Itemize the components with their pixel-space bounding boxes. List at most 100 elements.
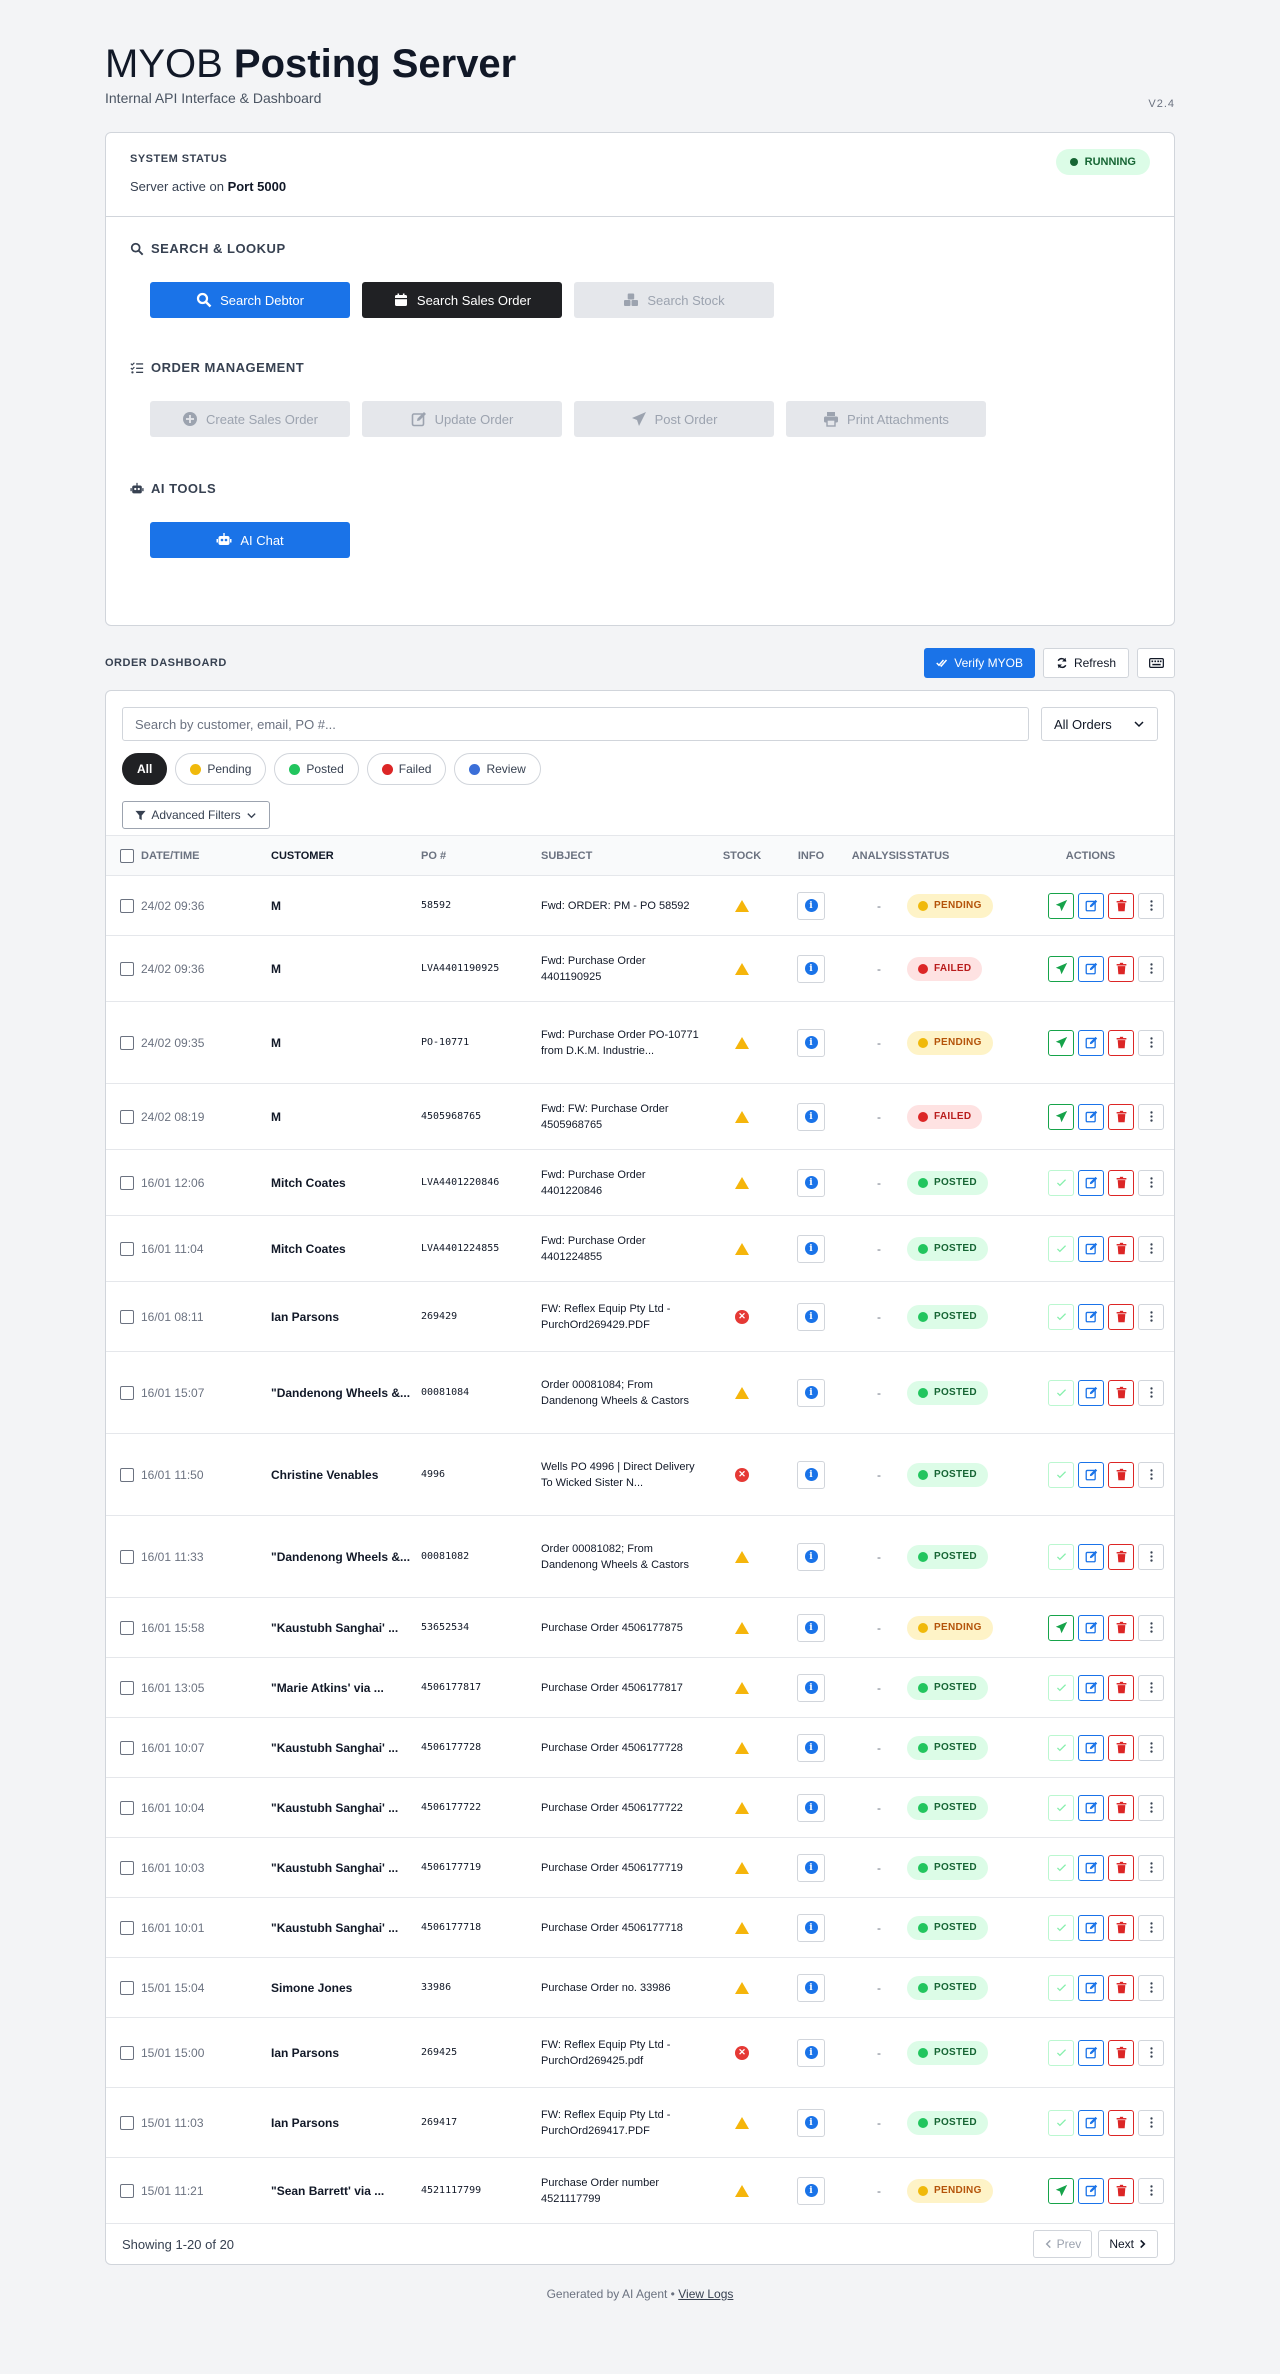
row-checkbox[interactable] (120, 1109, 134, 1124)
delete-order-button[interactable] (1108, 2177, 1134, 2204)
delete-order-button[interactable] (1108, 1029, 1134, 1056)
more-actions-button[interactable] (1138, 1543, 1164, 1570)
column-header-stock[interactable]: STOCK (713, 835, 771, 876)
edit-order-button[interactable] (1078, 1379, 1104, 1406)
table-row[interactable]: 24/02 09:36 M LVA4401190925 Fwd: Purchas… (106, 935, 1174, 1002)
table-row[interactable]: 16/01 10:03 "Kaustubh Sanghai' ... 45061… (106, 1837, 1174, 1898)
create-sales-order-button[interactable]: Create Sales Order (150, 401, 350, 437)
edit-order-button[interactable] (1078, 1543, 1104, 1570)
more-actions-button[interactable] (1138, 955, 1164, 982)
search-stock-button[interactable]: Search Stock (574, 282, 774, 318)
row-checkbox[interactable] (120, 2183, 134, 2198)
info-button[interactable]: i (797, 1302, 825, 1331)
more-actions-button[interactable] (1138, 1379, 1164, 1406)
row-checkbox[interactable] (120, 1241, 134, 1256)
posted-check-button[interactable] (1048, 1974, 1074, 2001)
delete-order-button[interactable] (1108, 1854, 1134, 1881)
advanced-filters-button[interactable]: Advanced Filters (122, 801, 270, 829)
row-checkbox[interactable] (120, 2045, 134, 2060)
post-order-row-button[interactable] (1048, 1103, 1074, 1130)
posted-check-button[interactable] (1048, 1461, 1074, 1488)
search-sales-order-button[interactable]: Search Sales Order (362, 282, 562, 318)
row-checkbox[interactable] (120, 1680, 134, 1695)
verify-myob-button[interactable]: Verify MYOB (924, 648, 1035, 678)
column-header-status[interactable]: STATUS (907, 835, 1017, 876)
refresh-button[interactable]: Refresh (1042, 648, 1129, 678)
table-row[interactable]: 16/01 15:07 "Dandenong Wheels &... 00081… (106, 1351, 1174, 1434)
delete-order-button[interactable] (1108, 1914, 1134, 1941)
post-order-row-button[interactable] (1048, 1614, 1074, 1641)
row-checkbox[interactable] (120, 1620, 134, 1635)
more-actions-button[interactable] (1138, 1614, 1164, 1641)
delete-order-button[interactable] (1108, 892, 1134, 919)
pill-review[interactable]: Review (454, 753, 541, 785)
table-row[interactable]: 16/01 10:07 "Kaustubh Sanghai' ... 45061… (106, 1717, 1174, 1778)
edit-order-button[interactable] (1078, 1974, 1104, 2001)
delete-order-button[interactable] (1108, 1303, 1134, 1330)
row-checkbox[interactable] (120, 1740, 134, 1755)
update-order-button[interactable]: Update Order (362, 401, 562, 437)
info-button[interactable]: i (797, 2176, 825, 2205)
delete-order-button[interactable] (1108, 1379, 1134, 1406)
post-order-button[interactable]: Post Order (574, 401, 774, 437)
info-button[interactable]: i (797, 1673, 825, 1702)
row-checkbox[interactable] (120, 1860, 134, 1875)
delete-order-button[interactable] (1108, 1103, 1134, 1130)
row-checkbox[interactable] (120, 1309, 134, 1324)
pill-failed[interactable]: Failed (366, 753, 447, 785)
print-attachments-button[interactable]: Print Attachments (786, 401, 986, 437)
edit-order-button[interactable] (1078, 1674, 1104, 1701)
column-header-analysis[interactable]: ANALYSIS (851, 835, 907, 876)
more-actions-button[interactable] (1138, 1734, 1164, 1761)
edit-order-button[interactable] (1078, 1794, 1104, 1821)
edit-order-button[interactable] (1078, 1235, 1104, 1262)
row-checkbox[interactable] (120, 1980, 134, 1995)
info-button[interactable]: i (797, 1102, 825, 1131)
posted-check-button[interactable] (1048, 1379, 1074, 1406)
info-button[interactable]: i (797, 2038, 825, 2067)
delete-order-button[interactable] (1108, 1169, 1134, 1196)
edit-order-button[interactable] (1078, 1103, 1104, 1130)
more-actions-button[interactable] (1138, 1854, 1164, 1881)
table-row[interactable]: 16/01 11:33 "Dandenong Wheels &... 00081… (106, 1515, 1174, 1598)
row-checkbox[interactable] (120, 961, 134, 976)
delete-order-button[interactable] (1108, 1794, 1134, 1821)
table-row[interactable]: 16/01 08:11 Ian Parsons 269429 FW: Refle… (106, 1281, 1174, 1352)
more-actions-button[interactable] (1138, 1674, 1164, 1701)
table-row[interactable]: 16/01 10:04 "Kaustubh Sanghai' ... 45061… (106, 1777, 1174, 1838)
row-checkbox[interactable] (120, 1800, 134, 1815)
column-header-customer[interactable]: CUSTOMER (271, 835, 421, 876)
column-header-subject[interactable]: SUBJECT (541, 835, 713, 876)
info-button[interactable]: i (797, 1793, 825, 1822)
posted-check-button[interactable] (1048, 1794, 1074, 1821)
more-actions-button[interactable] (1138, 892, 1164, 919)
table-row[interactable]: 24/02 09:35 M PO-10771 Fwd: Purchase Ord… (106, 1001, 1174, 1084)
info-button[interactable]: i (797, 1234, 825, 1263)
posted-check-button[interactable] (1048, 2039, 1074, 2066)
post-order-row-button[interactable] (1048, 2177, 1074, 2204)
order-filter-select[interactable]: All Orders (1041, 707, 1158, 741)
edit-order-button[interactable] (1078, 1854, 1104, 1881)
more-actions-button[interactable] (1138, 1974, 1164, 2001)
more-actions-button[interactable] (1138, 1303, 1164, 1330)
info-button[interactable]: i (797, 1613, 825, 1642)
prev-page-button[interactable]: Prev (1032, 2230, 1093, 2258)
posted-check-button[interactable] (1048, 1235, 1074, 1262)
posted-check-button[interactable] (1048, 1914, 1074, 1941)
delete-order-button[interactable] (1108, 1674, 1134, 1701)
info-button[interactable]: i (797, 1460, 825, 1489)
delete-order-button[interactable] (1108, 2039, 1134, 2066)
post-order-row-button[interactable] (1048, 1029, 1074, 1056)
table-row[interactable]: 15/01 11:21 "Sean Barrett' via ... 45211… (106, 2157, 1174, 2224)
info-button[interactable]: i (797, 1542, 825, 1571)
more-actions-button[interactable] (1138, 2177, 1164, 2204)
keyboard-shortcuts-button[interactable] (1137, 648, 1175, 678)
posted-check-button[interactable] (1048, 1303, 1074, 1330)
info-button[interactable]: i (797, 891, 825, 920)
ai-chat-button[interactable]: AI Chat (150, 522, 350, 558)
table-row[interactable]: 15/01 11:03 Ian Parsons 269417 FW: Refle… (106, 2087, 1174, 2158)
delete-order-button[interactable] (1108, 2109, 1134, 2136)
delete-order-button[interactable] (1108, 955, 1134, 982)
delete-order-button[interactable] (1108, 1543, 1134, 1570)
more-actions-button[interactable] (1138, 1029, 1164, 1056)
